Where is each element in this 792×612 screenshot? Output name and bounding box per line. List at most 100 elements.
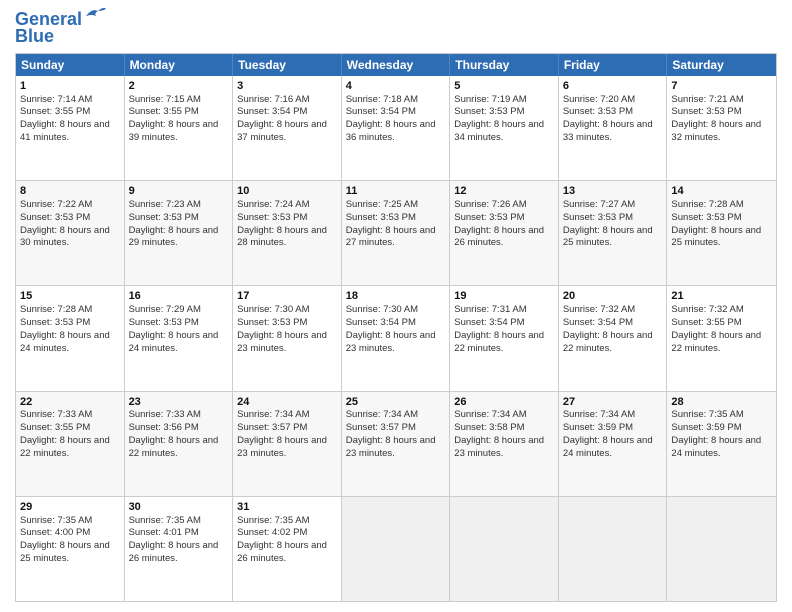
sunset-label: Sunset: 4:00 PM [20, 527, 90, 538]
daylight-label: Daylight: 8 hours and 24 minutes. [671, 435, 761, 459]
day-cell-22: 22 Sunrise: 7:33 AM Sunset: 3:55 PM Dayl… [16, 392, 125, 496]
daylight-label: Daylight: 8 hours and 22 minutes. [454, 330, 544, 354]
day-cell-1: 1 Sunrise: 7:14 AM Sunset: 3:55 PM Dayli… [16, 76, 125, 180]
day-cell-26: 26 Sunrise: 7:34 AM Sunset: 3:58 PM Dayl… [450, 392, 559, 496]
day-number: 17 [237, 289, 337, 304]
daylight-label: Daylight: 8 hours and 23 minutes. [346, 330, 436, 354]
daylight-label: Daylight: 8 hours and 25 minutes. [20, 540, 110, 564]
sunrise-label: Sunrise: 7:34 AM [454, 409, 526, 420]
day-number: 21 [671, 289, 772, 304]
sunset-label: Sunset: 3:53 PM [563, 212, 633, 223]
day-number: 6 [563, 79, 663, 94]
logo-bird-icon [84, 6, 106, 24]
daylight-label: Daylight: 8 hours and 23 minutes. [237, 435, 327, 459]
sunset-label: Sunset: 3:54 PM [563, 317, 633, 328]
daylight-label: Daylight: 8 hours and 32 minutes. [671, 119, 761, 143]
sunset-label: Sunset: 3:53 PM [129, 317, 199, 328]
sunrise-label: Sunrise: 7:28 AM [20, 304, 92, 315]
sunrise-label: Sunrise: 7:14 AM [20, 94, 92, 105]
daylight-label: Daylight: 8 hours and 27 minutes. [346, 225, 436, 249]
sunset-label: Sunset: 3:53 PM [20, 212, 90, 223]
sunrise-label: Sunrise: 7:35 AM [671, 409, 743, 420]
header-day-monday: Monday [125, 54, 234, 76]
header-day-saturday: Saturday [667, 54, 776, 76]
day-cell-19: 19 Sunrise: 7:31 AM Sunset: 3:54 PM Dayl… [450, 286, 559, 390]
day-cell-3: 3 Sunrise: 7:16 AM Sunset: 3:54 PM Dayli… [233, 76, 342, 180]
daylight-label: Daylight: 8 hours and 41 minutes. [20, 119, 110, 143]
day-number: 4 [346, 79, 446, 94]
day-cell-30: 30 Sunrise: 7:35 AM Sunset: 4:01 PM Dayl… [125, 497, 234, 601]
day-number: 20 [563, 289, 663, 304]
sunset-label: Sunset: 3:59 PM [671, 422, 741, 433]
calendar-row-3: 15 Sunrise: 7:28 AM Sunset: 3:53 PM Dayl… [16, 286, 776, 391]
day-cell-12: 12 Sunrise: 7:26 AM Sunset: 3:53 PM Dayl… [450, 181, 559, 285]
sunrise-label: Sunrise: 7:35 AM [129, 515, 201, 526]
sunrise-label: Sunrise: 7:23 AM [129, 199, 201, 210]
daylight-label: Daylight: 8 hours and 23 minutes. [346, 435, 436, 459]
sunset-label: Sunset: 3:53 PM [563, 106, 633, 117]
day-cell-24: 24 Sunrise: 7:34 AM Sunset: 3:57 PM Dayl… [233, 392, 342, 496]
day-number: 3 [237, 79, 337, 94]
calendar-body: 1 Sunrise: 7:14 AM Sunset: 3:55 PM Dayli… [16, 76, 776, 601]
day-cell-25: 25 Sunrise: 7:34 AM Sunset: 3:57 PM Dayl… [342, 392, 451, 496]
day-number: 25 [346, 395, 446, 410]
sunset-label: Sunset: 3:53 PM [671, 106, 741, 117]
empty-cell [342, 497, 451, 601]
sunrise-label: Sunrise: 7:35 AM [237, 515, 309, 526]
day-number: 14 [671, 184, 772, 199]
sunrise-label: Sunrise: 7:31 AM [454, 304, 526, 315]
daylight-label: Daylight: 8 hours and 28 minutes. [237, 225, 327, 249]
sunset-label: Sunset: 3:53 PM [237, 317, 307, 328]
day-cell-23: 23 Sunrise: 7:33 AM Sunset: 3:56 PM Dayl… [125, 392, 234, 496]
calendar-header: SundayMondayTuesdayWednesdayThursdayFrid… [16, 54, 776, 76]
sunset-label: Sunset: 3:55 PM [129, 106, 199, 117]
calendar-page: General Blue SundayMondayTuesdayWednesda… [0, 0, 792, 612]
daylight-label: Daylight: 8 hours and 30 minutes. [20, 225, 110, 249]
day-number: 19 [454, 289, 554, 304]
sunrise-label: Sunrise: 7:19 AM [454, 94, 526, 105]
day-number: 26 [454, 395, 554, 410]
header-day-friday: Friday [559, 54, 668, 76]
sunset-label: Sunset: 3:53 PM [454, 106, 524, 117]
daylight-label: Daylight: 8 hours and 24 minutes. [129, 330, 219, 354]
day-number: 28 [671, 395, 772, 410]
sunrise-label: Sunrise: 7:32 AM [563, 304, 635, 315]
empty-cell [559, 497, 668, 601]
daylight-label: Daylight: 8 hours and 23 minutes. [454, 435, 544, 459]
day-number: 30 [129, 500, 229, 515]
day-number: 10 [237, 184, 337, 199]
sunset-label: Sunset: 3:54 PM [346, 106, 416, 117]
sunrise-label: Sunrise: 7:16 AM [237, 94, 309, 105]
empty-cell [450, 497, 559, 601]
sunset-label: Sunset: 3:53 PM [671, 212, 741, 223]
header-day-wednesday: Wednesday [342, 54, 451, 76]
daylight-label: Daylight: 8 hours and 36 minutes. [346, 119, 436, 143]
sunrise-label: Sunrise: 7:22 AM [20, 199, 92, 210]
sunrise-label: Sunrise: 7:34 AM [237, 409, 309, 420]
day-cell-5: 5 Sunrise: 7:19 AM Sunset: 3:53 PM Dayli… [450, 76, 559, 180]
logo-blue: Blue [15, 26, 54, 47]
day-cell-29: 29 Sunrise: 7:35 AM Sunset: 4:00 PM Dayl… [16, 497, 125, 601]
sunrise-label: Sunrise: 7:20 AM [563, 94, 635, 105]
day-cell-14: 14 Sunrise: 7:28 AM Sunset: 3:53 PM Dayl… [667, 181, 776, 285]
day-cell-8: 8 Sunrise: 7:22 AM Sunset: 3:53 PM Dayli… [16, 181, 125, 285]
daylight-label: Daylight: 8 hours and 25 minutes. [671, 225, 761, 249]
sunset-label: Sunset: 3:58 PM [454, 422, 524, 433]
sunrise-label: Sunrise: 7:32 AM [671, 304, 743, 315]
day-cell-21: 21 Sunrise: 7:32 AM Sunset: 3:55 PM Dayl… [667, 286, 776, 390]
empty-cell [667, 497, 776, 601]
day-number: 18 [346, 289, 446, 304]
sunrise-label: Sunrise: 7:27 AM [563, 199, 635, 210]
header-day-sunday: Sunday [16, 54, 125, 76]
sunrise-label: Sunrise: 7:33 AM [20, 409, 92, 420]
sunset-label: Sunset: 4:02 PM [237, 527, 307, 538]
day-number: 7 [671, 79, 772, 94]
sunrise-label: Sunrise: 7:29 AM [129, 304, 201, 315]
sunrise-label: Sunrise: 7:34 AM [346, 409, 418, 420]
sunrise-label: Sunrise: 7:26 AM [454, 199, 526, 210]
day-number: 5 [454, 79, 554, 94]
calendar-row-2: 8 Sunrise: 7:22 AM Sunset: 3:53 PM Dayli… [16, 181, 776, 286]
sunrise-label: Sunrise: 7:24 AM [237, 199, 309, 210]
sunrise-label: Sunrise: 7:30 AM [346, 304, 418, 315]
day-number: 16 [129, 289, 229, 304]
